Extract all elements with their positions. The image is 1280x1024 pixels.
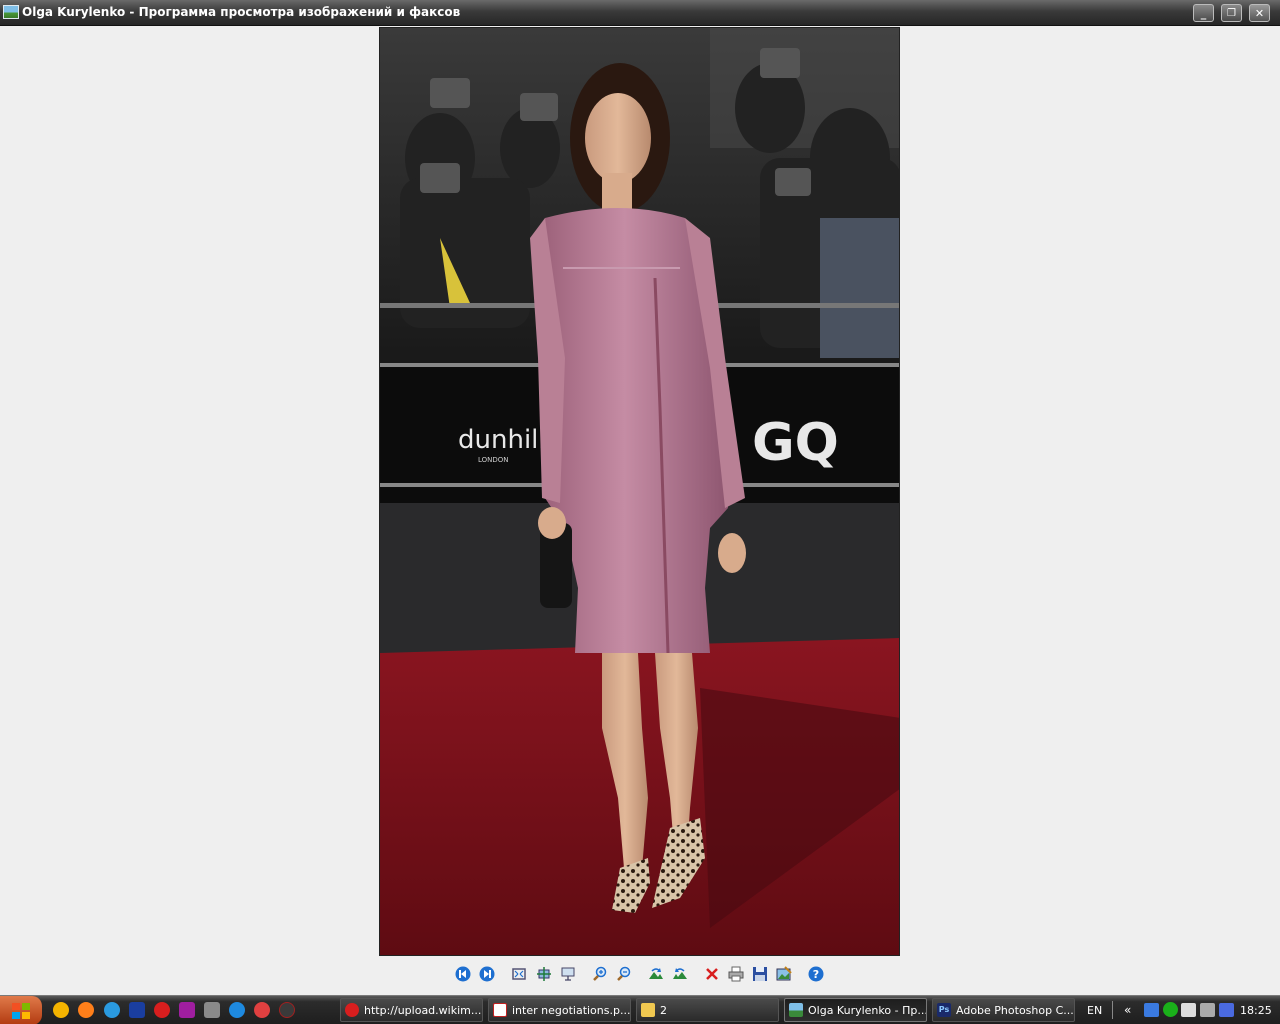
zoom-out-icon xyxy=(617,966,631,981)
next-image-button[interactable] xyxy=(477,964,497,984)
minimize-icon: _ xyxy=(1200,6,1207,20)
task-image-viewer[interactable]: Olga Kurylenko - Пр... xyxy=(784,998,927,1022)
image-viewer-icon xyxy=(789,1003,803,1017)
task-opera[interactable]: http://upload.wikim... xyxy=(340,998,483,1022)
clock[interactable]: 18:25 xyxy=(1240,1004,1272,1017)
zoom-in-button[interactable] xyxy=(590,964,610,984)
start-button[interactable] xyxy=(0,996,42,1024)
globe-icon[interactable] xyxy=(104,1002,120,1018)
task-photoshop[interactable]: Ps Adobe Photoshop C... xyxy=(932,998,1075,1022)
minimize-button[interactable]: _ xyxy=(1193,4,1214,22)
actual-size-button[interactable] xyxy=(534,964,554,984)
close-button[interactable]: ✕ xyxy=(1249,4,1270,22)
london-sign: LONDON xyxy=(478,456,509,464)
previous-image-button[interactable] xyxy=(453,964,473,984)
opera-icon[interactable] xyxy=(154,1002,170,1018)
media-icon[interactable] xyxy=(279,1002,295,1018)
show-hidden-icons-button[interactable]: « xyxy=(1124,1003,1131,1017)
windows-logo-icon xyxy=(12,1002,30,1019)
network-tray-icon[interactable] xyxy=(1144,1003,1159,1017)
actual-size-icon xyxy=(537,967,551,981)
language-indicator[interactable]: EN xyxy=(1087,1004,1102,1017)
viewer-toolbar: ? xyxy=(0,964,1280,988)
previous-icon xyxy=(455,966,471,982)
dunhill-sign: dunhill xyxy=(458,425,546,455)
gq-sign: GQ xyxy=(752,413,839,473)
delete-button[interactable] xyxy=(702,964,722,984)
rotate-clockwise-icon xyxy=(649,968,663,979)
print-button[interactable] xyxy=(726,964,746,984)
delete-icon xyxy=(706,968,718,980)
photo-illustration: dunhill LONDON GQ xyxy=(380,28,899,955)
safely-remove-icon[interactable] xyxy=(1200,1003,1215,1017)
network-icon[interactable] xyxy=(204,1002,220,1018)
zoom-out-button[interactable] xyxy=(614,964,634,984)
image-viewer-app-icon[interactable] xyxy=(3,5,19,19)
folder-icon xyxy=(641,1003,655,1017)
archive-icon[interactable] xyxy=(179,1002,195,1018)
antivirus-icon[interactable] xyxy=(254,1002,270,1018)
internet-explorer-icon[interactable] xyxy=(229,1002,245,1018)
messenger-tray-icon[interactable] xyxy=(1219,1003,1234,1017)
rotate-counterclockwise-icon xyxy=(673,968,687,979)
zoom-in-icon xyxy=(593,966,607,981)
messenger-icon[interactable] xyxy=(53,1002,69,1018)
copy-to-button[interactable] xyxy=(750,964,770,984)
pdf-icon xyxy=(493,1003,507,1017)
tray-divider xyxy=(1112,1001,1113,1019)
displayed-photo[interactable]: dunhill LONDON GQ xyxy=(379,27,900,956)
edit-button[interactable] xyxy=(774,964,794,984)
slideshow-button[interactable] xyxy=(558,964,578,984)
print-icon xyxy=(728,966,744,982)
task-folder[interactable]: 2 xyxy=(636,998,779,1022)
rotate-counterclockwise-button[interactable] xyxy=(670,964,690,984)
word-icon[interactable] xyxy=(129,1002,145,1018)
restore-icon: ❐ xyxy=(1227,7,1236,19)
edit-image-icon xyxy=(776,966,792,981)
window-title: Olga Kurylenko - Программа просмотра изо… xyxy=(22,5,461,19)
help-icon: ? xyxy=(808,966,824,982)
photoshop-icon: Ps xyxy=(937,1003,951,1017)
title-bar[interactable]: Olga Kurylenko - Программа просмотра изо… xyxy=(0,0,1280,26)
next-icon xyxy=(479,966,495,982)
taskbar: http://upload.wikim... inter negotiation… xyxy=(0,995,1280,1024)
system-tray: EN « 18:25 xyxy=(1080,996,1280,1024)
best-fit-button[interactable] xyxy=(509,964,529,984)
close-icon: ✕ xyxy=(1254,6,1265,20)
icq-tray-icon[interactable] xyxy=(1163,1002,1178,1017)
mail-icon[interactable] xyxy=(78,1002,94,1018)
opera-icon xyxy=(345,1003,359,1017)
save-icon xyxy=(753,967,767,981)
slideshow-icon xyxy=(561,967,575,981)
volume-icon[interactable] xyxy=(1181,1003,1196,1017)
best-fit-icon xyxy=(512,968,526,980)
help-button[interactable]: ? xyxy=(806,964,826,984)
rotate-clockwise-button[interactable] xyxy=(646,964,666,984)
maximize-button[interactable]: ❐ xyxy=(1221,4,1242,22)
task-pdf[interactable]: inter negotiations.p... xyxy=(488,998,631,1022)
svg-text:?: ? xyxy=(813,968,819,981)
